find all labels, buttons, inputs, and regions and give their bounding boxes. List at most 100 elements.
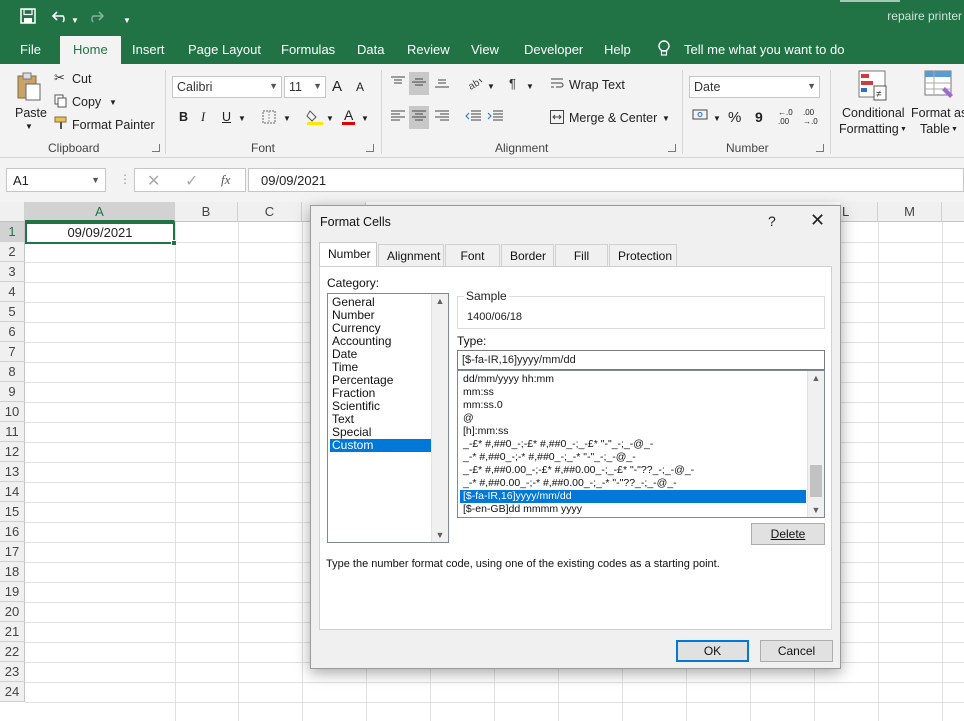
fill-color-dropdown-icon[interactable]: ▼ bbox=[326, 114, 334, 123]
scroll-down-icon[interactable]: ▼ bbox=[432, 530, 448, 540]
increase-indent-icon[interactable] bbox=[487, 110, 503, 125]
close-icon[interactable]: ✕ bbox=[810, 210, 825, 231]
row-header-19[interactable]: 19 bbox=[0, 582, 25, 602]
list-item[interactable]: _-£* #,##0_-;-£* #,##0_-;_-£* "-"_-;_-@_… bbox=[460, 438, 806, 451]
customize-toolbar-icon[interactable]: ▼ bbox=[123, 12, 131, 30]
column-header-l[interactable]: L bbox=[840, 202, 878, 222]
alignment-launcher-icon[interactable] bbox=[668, 144, 676, 152]
type-list[interactable]: dd/mm/yyyy hh:mm mm:ss mm:ss.0 @ [h]:mm:… bbox=[457, 370, 825, 518]
row-header-22[interactable]: 22 bbox=[0, 642, 25, 662]
decrease-decimal-button[interactable]: .00 →.0 bbox=[803, 108, 823, 126]
paste-dropdown-icon[interactable]: ▼ bbox=[25, 122, 33, 131]
scroll-up-icon[interactable]: ▲ bbox=[432, 296, 448, 306]
paste-icon[interactable] bbox=[14, 72, 44, 105]
orientation-dropdown-icon[interactable]: ▼ bbox=[487, 82, 495, 91]
category-scrollbar[interactable]: ▲ ▼ bbox=[431, 294, 448, 542]
enter-entry-icon[interactable]: ✓ bbox=[185, 171, 198, 191]
cancel-button[interactable]: Cancel bbox=[760, 640, 833, 662]
tab-file[interactable]: File bbox=[20, 42, 41, 57]
tab-font[interactable]: Font bbox=[445, 244, 500, 266]
row-header-11[interactable]: 11 bbox=[0, 422, 25, 442]
scroll-thumb[interactable] bbox=[810, 465, 822, 497]
type-input[interactable]: [$-fa-IR,16]yyyy/mm/dd bbox=[457, 350, 825, 370]
clipboard-launcher-icon[interactable] bbox=[152, 144, 160, 152]
font-color-icon[interactable]: A bbox=[342, 108, 356, 125]
accounting-dropdown-icon[interactable]: ▼ bbox=[713, 114, 721, 123]
copy-icon[interactable] bbox=[54, 94, 68, 111]
row-header-18[interactable]: 18 bbox=[0, 562, 25, 582]
tell-me-search[interactable]: Tell me what you want to do bbox=[684, 42, 844, 57]
merge-dropdown-icon[interactable]: ▼ bbox=[662, 114, 670, 123]
tab-developer[interactable]: Developer bbox=[524, 42, 583, 57]
tab-page-layout[interactable]: Page Layout bbox=[188, 42, 261, 57]
conditional-formatting-icon[interactable]: ≠ bbox=[858, 70, 888, 105]
list-item[interactable]: @ bbox=[460, 412, 806, 425]
increase-font-icon[interactable]: A bbox=[332, 78, 342, 95]
row-header-16[interactable]: 16 bbox=[0, 522, 25, 542]
merge-center-button[interactable]: Merge & Center bbox=[569, 111, 657, 125]
row-header-4[interactable]: 4 bbox=[0, 282, 25, 302]
row-header-20[interactable]: 20 bbox=[0, 602, 25, 622]
orientation-icon[interactable]: ab bbox=[467, 76, 483, 93]
type-list-scrollbar[interactable]: ▲ ▼ bbox=[807, 371, 824, 517]
accounting-format-icon[interactable] bbox=[692, 108, 710, 125]
borders-dropdown-icon[interactable]: ▼ bbox=[283, 114, 291, 123]
font-launcher-icon[interactable] bbox=[366, 144, 374, 152]
paragraph-direction-icon[interactable]: ¶ bbox=[509, 76, 516, 91]
format-as-table-icon[interactable] bbox=[924, 70, 954, 105]
tab-review[interactable]: Review bbox=[407, 42, 450, 57]
list-item[interactable]: [h]:mm:ss bbox=[460, 425, 806, 438]
ok-button[interactable]: OK bbox=[676, 640, 749, 662]
row-header-2[interactable]: 2 bbox=[0, 242, 25, 262]
borders-icon[interactable] bbox=[262, 110, 276, 127]
list-item[interactable]: mm:ss bbox=[460, 386, 806, 399]
row-header-6[interactable]: 6 bbox=[0, 322, 25, 342]
decrease-indent-icon[interactable] bbox=[465, 110, 481, 125]
increase-decimal-button[interactable]: ←.0 .00 bbox=[778, 108, 798, 126]
redo-icon[interactable] bbox=[86, 8, 105, 29]
comma-style-button[interactable]: 9 bbox=[755, 109, 763, 125]
row-header-14[interactable]: 14 bbox=[0, 482, 25, 502]
align-middle-icon[interactable] bbox=[409, 72, 429, 95]
merge-center-icon[interactable] bbox=[550, 110, 564, 127]
undo-icon[interactable] bbox=[51, 8, 70, 29]
row-header-12[interactable]: 12 bbox=[0, 442, 25, 462]
list-item[interactable]: [$-en-GB]dd mmmm yyyy bbox=[460, 503, 806, 516]
tab-border[interactable]: Border bbox=[501, 244, 554, 266]
column-header-b[interactable]: B bbox=[175, 202, 238, 222]
cut-icon[interactable]: ✂ bbox=[54, 70, 65, 86]
row-header-13[interactable]: 13 bbox=[0, 462, 25, 482]
align-left-icon[interactable] bbox=[391, 110, 405, 125]
select-all-corner[interactable] bbox=[0, 202, 25, 222]
row-header-10[interactable]: 10 bbox=[0, 402, 25, 422]
help-icon[interactable]: ? bbox=[768, 213, 776, 229]
align-right-icon[interactable] bbox=[435, 110, 449, 125]
format-as-table-line1[interactable]: Format as bbox=[911, 106, 964, 120]
formula-input[interactable]: 09/09/2021 bbox=[248, 168, 964, 192]
align-top-icon[interactable] bbox=[391, 76, 405, 91]
tab-view[interactable]: View bbox=[471, 42, 499, 57]
name-box[interactable]: A1 ▼ bbox=[6, 168, 106, 192]
copy-dropdown-icon[interactable]: ▼ bbox=[109, 98, 117, 107]
row-header-17[interactable]: 17 bbox=[0, 542, 25, 562]
fill-handle[interactable] bbox=[171, 240, 177, 246]
category-list[interactable]: General Number Currency Accounting Date … bbox=[327, 293, 449, 543]
column-header-c[interactable]: C bbox=[238, 202, 302, 222]
row-header-9[interactable]: 9 bbox=[0, 382, 25, 402]
tab-insert[interactable]: Insert bbox=[132, 42, 165, 57]
tab-fill[interactable]: Fill bbox=[555, 244, 608, 266]
wrap-text-button[interactable]: Wrap Text bbox=[569, 78, 625, 92]
more-options-icon[interactable]: ⋮ bbox=[119, 172, 131, 186]
list-item[interactable]: _-* #,##0.00_-;-* #,##0.00_-;_-* "-"??_-… bbox=[460, 477, 806, 490]
decrease-font-icon[interactable]: A bbox=[356, 80, 364, 94]
font-name-combo[interactable]: Calibri ▼ bbox=[172, 76, 282, 98]
percent-style-button[interactable]: % bbox=[728, 109, 741, 126]
list-item[interactable]: _-* #,##0_-;-* #,##0_-;_-* "-"_-;_-@_- bbox=[460, 451, 806, 464]
align-center-icon[interactable] bbox=[409, 106, 429, 129]
undo-dropdown-icon[interactable]: ▼ bbox=[71, 12, 79, 30]
conditional-formatting-line2[interactable]: Formatting bbox=[839, 122, 899, 136]
cell-a1[interactable]: 09/09/2021 bbox=[25, 222, 177, 246]
fill-color-icon[interactable] bbox=[306, 108, 324, 129]
font-size-combo[interactable]: 11 ▼ bbox=[284, 76, 326, 98]
list-item[interactable]: dd/mm/yyyy hh:mm bbox=[460, 373, 806, 386]
